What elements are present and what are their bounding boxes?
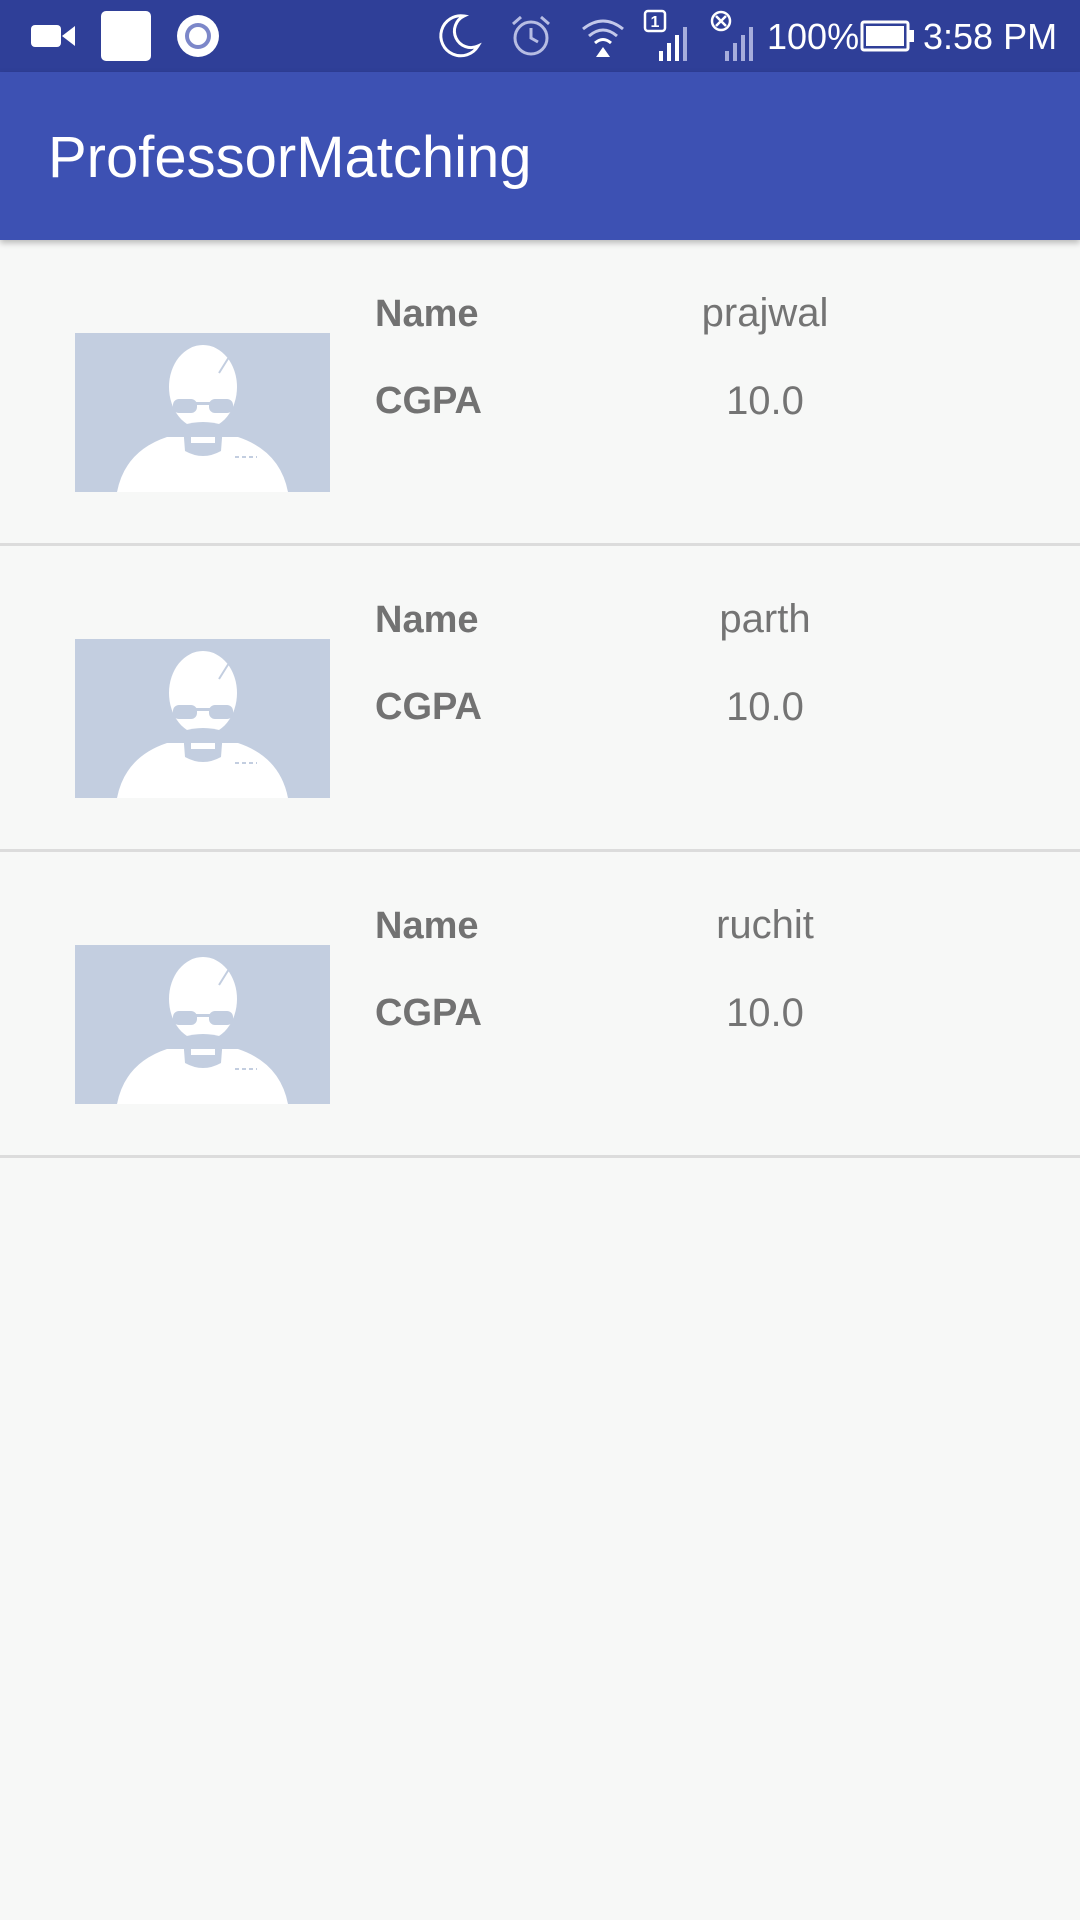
name-value: prajwal: [701, 291, 829, 335]
wifi-icon: [578, 0, 628, 72]
list-item[interactable]: Name parth CGPA 10.0: [0, 546, 1080, 852]
avatar: [75, 333, 330, 492]
name-label: Name: [375, 293, 479, 335]
signal-no-sim-icon: [708, 0, 758, 72]
student-list: Name prajwal CGPA 10.0 Name parth CGPA 1…: [0, 240, 1080, 1158]
square-icon: [100, 0, 152, 72]
name-label: Name: [375, 599, 479, 641]
avatar: [75, 945, 330, 1104]
cgpa-value: 10.0: [726, 379, 804, 423]
list-item[interactable]: Name ruchit CGPA 10.0: [0, 852, 1080, 1158]
name-value: parth: [719, 597, 811, 641]
clock: 3:58 PM: [923, 16, 1058, 57]
video-camera-icon: [28, 0, 78, 72]
avatar: [75, 639, 330, 798]
list-item[interactable]: Name prajwal CGPA 10.0: [0, 240, 1080, 546]
app-bar: ProfessorMatching: [0, 72, 1080, 240]
moon-icon: [432, 0, 484, 72]
battery-icon: [860, 0, 916, 72]
cgpa-value: 10.0: [726, 991, 804, 1035]
app-title: ProfessorMatching: [48, 125, 532, 190]
status-bar: 1 100% 3:58 PM: [0, 0, 1080, 72]
name-label: Name: [375, 905, 479, 947]
cgpa-label: CGPA: [375, 992, 482, 1034]
record-icon: [174, 0, 222, 72]
signal-sim1-icon: 1: [642, 0, 692, 72]
name-value: ruchit: [716, 903, 814, 947]
alarm-icon: [508, 0, 554, 72]
cgpa-value: 10.0: [726, 685, 804, 729]
cgpa-label: CGPA: [375, 686, 482, 728]
cgpa-label: CGPA: [375, 380, 482, 422]
svg-text:1: 1: [651, 14, 660, 31]
battery-percentage: 100%: [767, 16, 860, 57]
